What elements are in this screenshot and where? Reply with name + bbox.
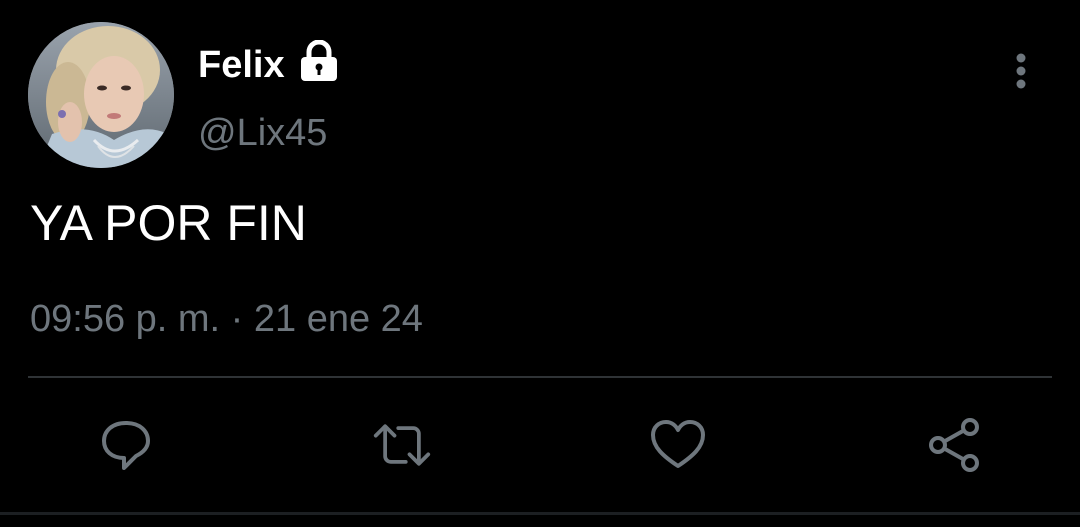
reply-button[interactable] (96, 415, 156, 475)
retweet-icon (373, 424, 431, 466)
share-icon (929, 418, 979, 472)
bottom-divider (0, 512, 1080, 515)
avatar[interactable] (28, 22, 174, 168)
comment-icon (102, 421, 150, 470)
author-handle[interactable]: @Lix45 (198, 110, 327, 156)
tweet-text: YA POR FIN (30, 195, 307, 251)
divider (28, 376, 1052, 378)
avatar-photo (28, 22, 174, 168)
heart-icon (651, 420, 705, 468)
tweet: Felix @Lix45 YA POR FIN 09:56 p. m. · 21… (0, 0, 1080, 527)
share-button[interactable] (924, 415, 984, 475)
tweet-timestamp[interactable]: 09:56 p. m. · 21 ene 24 (30, 296, 423, 342)
lock-icon (301, 40, 337, 81)
author-name[interactable]: Felix (198, 42, 285, 88)
retweet-button[interactable] (372, 415, 432, 475)
like-button[interactable] (648, 415, 708, 475)
more-options-button[interactable] (1006, 50, 1036, 92)
more-vertical-icon (1016, 53, 1026, 89)
